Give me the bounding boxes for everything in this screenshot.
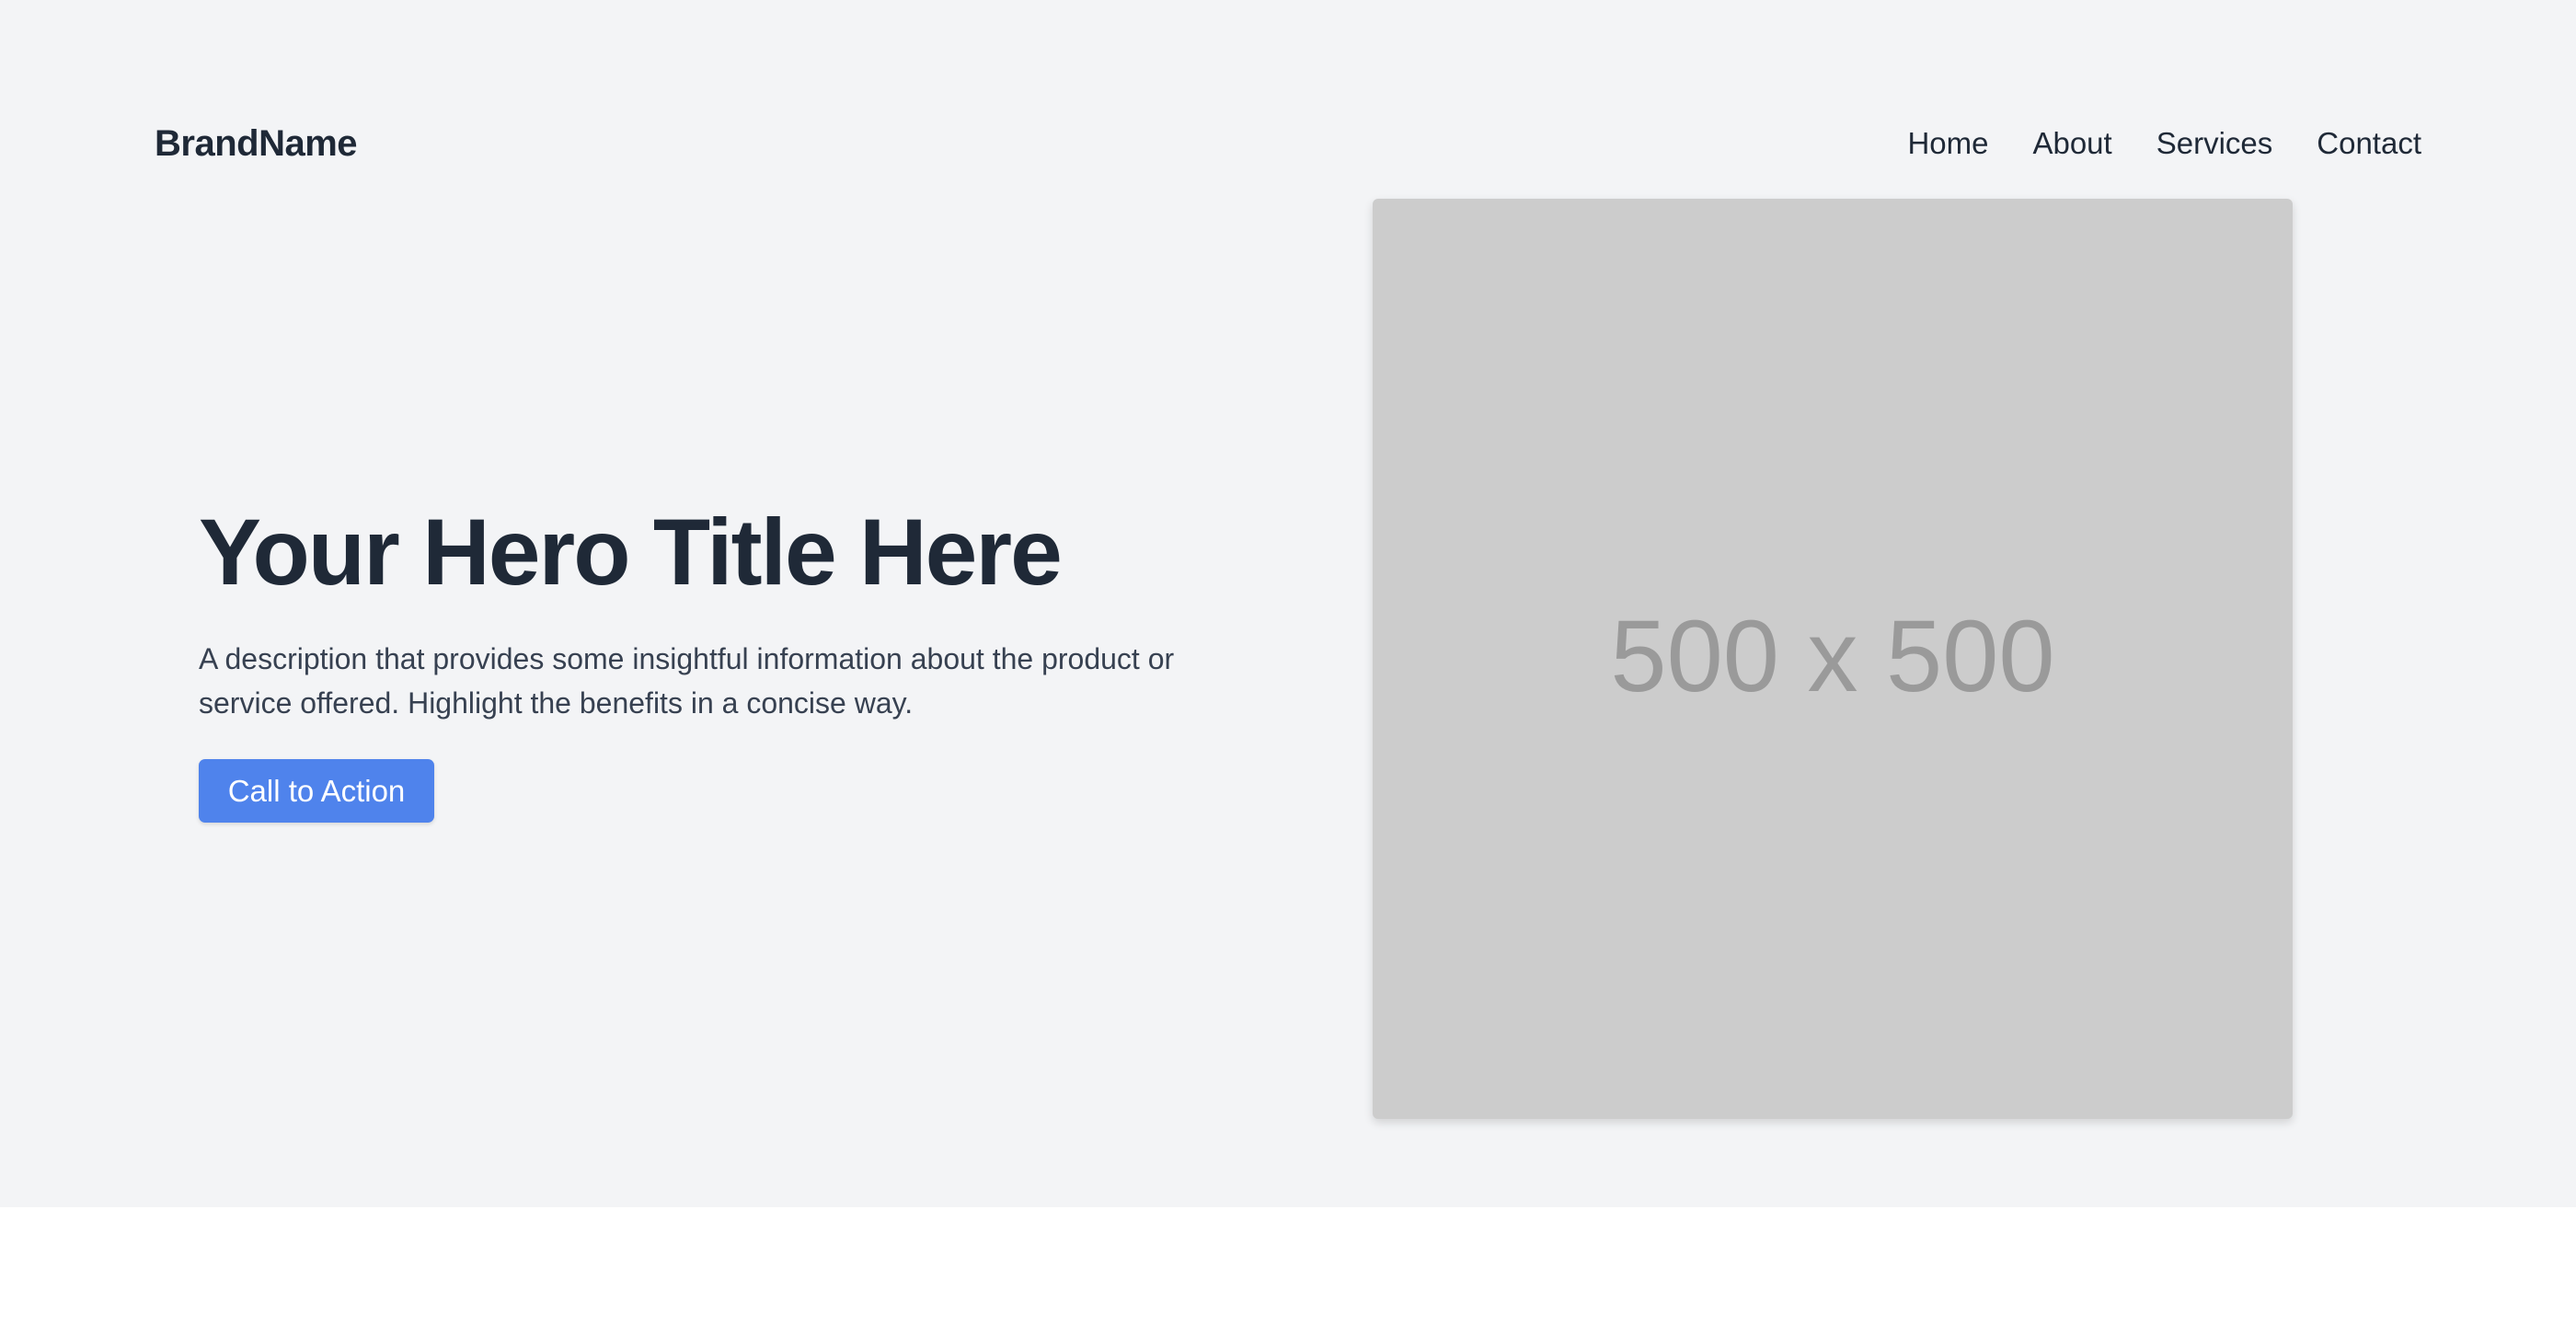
nav-link-home[interactable]: Home: [1907, 123, 1988, 164]
hero-description: A description that provides some insight…: [199, 642, 1175, 720]
hero-image-placeholder: 500 x 500: [1373, 199, 2293, 1119]
main-nav: Home About Services Contact: [1907, 123, 2421, 164]
nav-link-contact[interactable]: Contact: [2317, 123, 2421, 164]
nav-link-services[interactable]: Services: [2156, 123, 2273, 164]
call-to-action-button[interactable]: Call to Action: [199, 759, 434, 823]
brand-logo[interactable]: BrandName: [155, 120, 358, 167]
nav-link-about[interactable]: About: [2032, 123, 2111, 164]
hero-section: BrandName Home About Services Contact Yo…: [0, 0, 2576, 1207]
hero-title: Your Hero Title Here: [199, 500, 1063, 605]
image-placeholder-label: 500 x 500: [1610, 600, 2055, 713]
